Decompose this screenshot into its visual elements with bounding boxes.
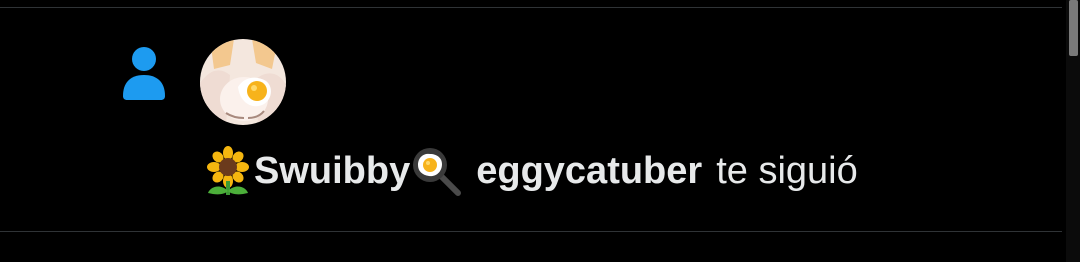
display-name[interactable]: Swuibby — [254, 146, 410, 196]
username[interactable]: eggycatuber — [476, 146, 702, 196]
avatar-image — [200, 39, 286, 125]
person-icon — [120, 45, 168, 101]
action-text: te siguió — [716, 150, 858, 192]
fried-egg-pan-icon — [410, 145, 462, 197]
scrollbar[interactable] — [1066, 0, 1080, 262]
follow-notification[interactable]: Swuibby eggycatuber te siguió — [0, 8, 1062, 231]
avatar[interactable] — [200, 39, 286, 125]
divider-bottom — [0, 231, 1062, 232]
scrollbar-thumb[interactable] — [1069, 0, 1078, 56]
notification-message: Swuibby eggycatuber te siguió — [202, 146, 858, 196]
sunflower-icon — [202, 145, 254, 197]
